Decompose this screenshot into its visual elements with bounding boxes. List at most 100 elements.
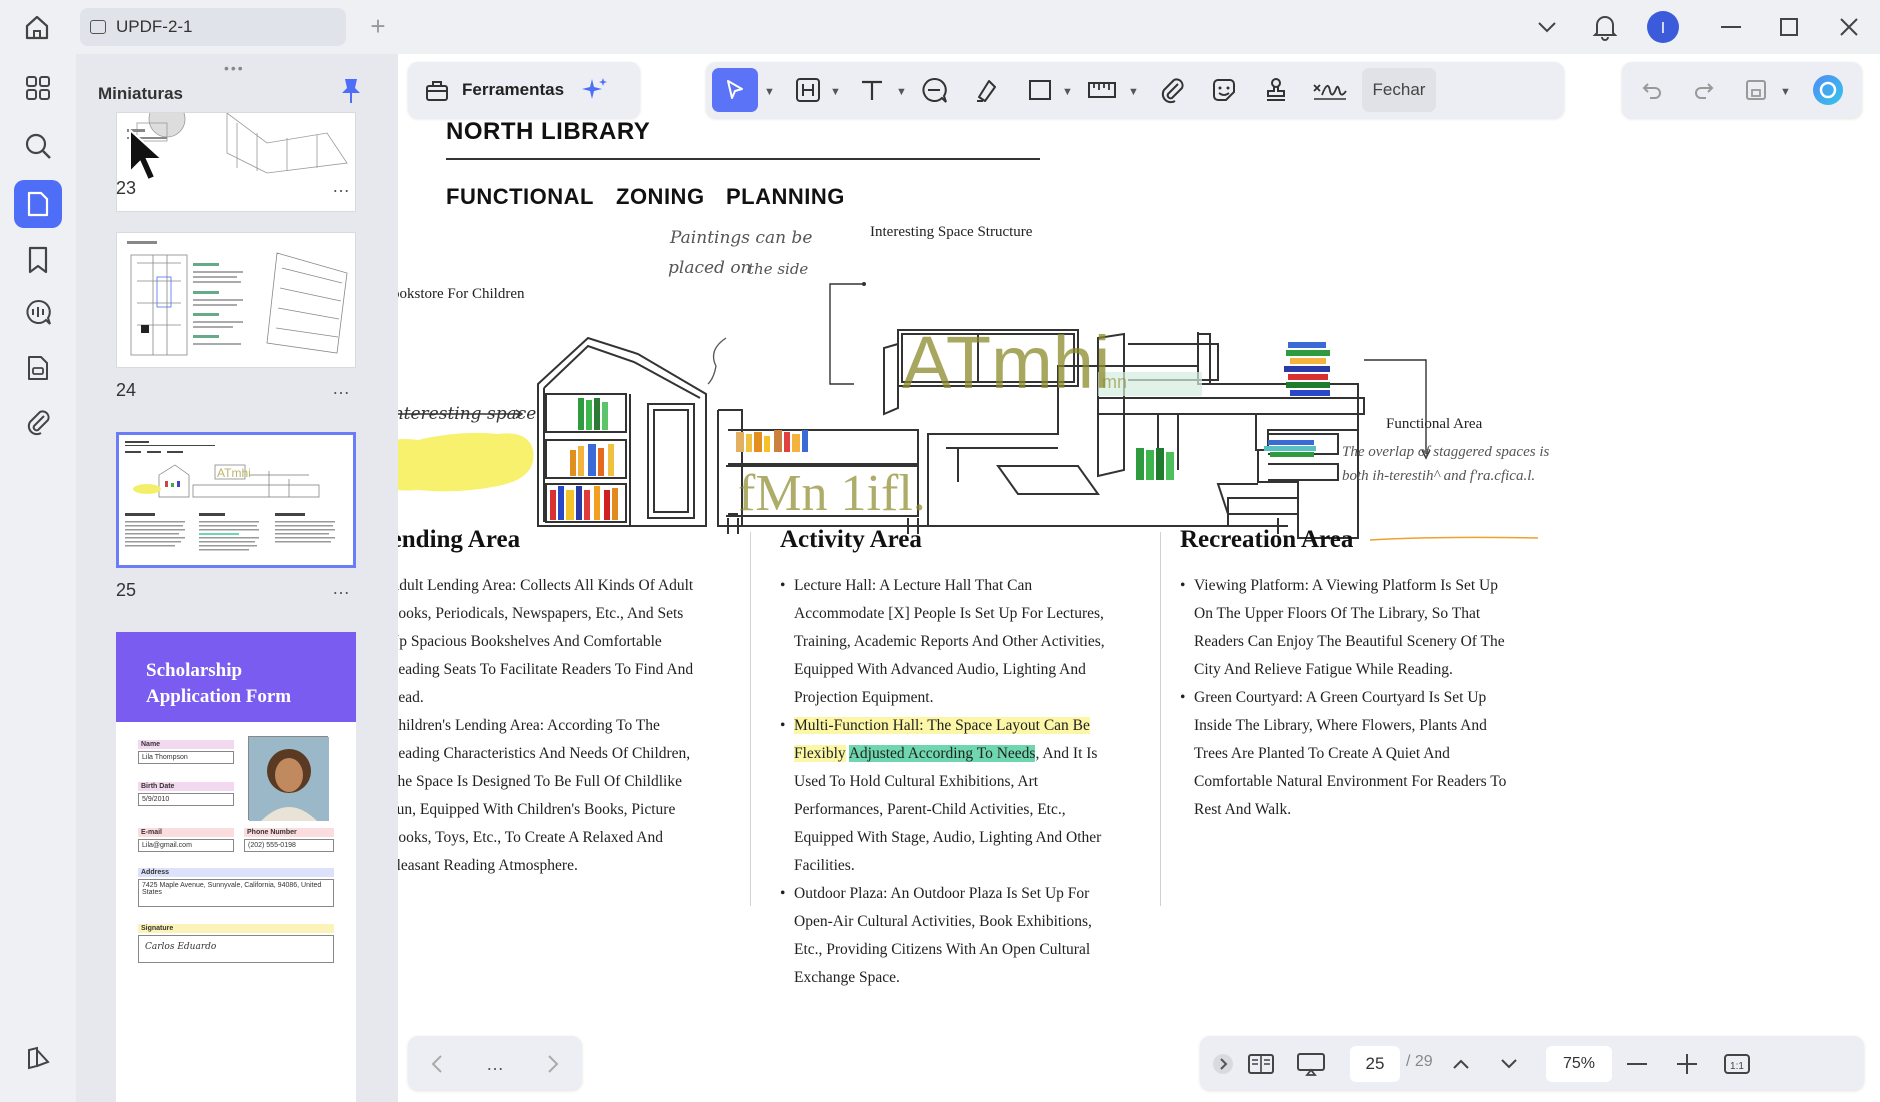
- shape-chevron-icon[interactable]: ▼: [1062, 86, 1073, 98]
- sticker-icon[interactable]: [1206, 72, 1242, 108]
- label-interesting-space: Interesting space: [398, 404, 537, 424]
- home-icon[interactable]: [20, 12, 54, 42]
- zoom-in-icon[interactable]: [1672, 1049, 1702, 1079]
- page-up-icon[interactable]: [1446, 1049, 1476, 1079]
- name-value: Lila Thompson: [138, 751, 234, 764]
- panel-grip[interactable]: •••: [224, 60, 245, 76]
- document-tab-icon: [90, 20, 106, 34]
- zoom-level-input[interactable]: 75%: [1546, 1046, 1612, 1082]
- prev-arrow-icon[interactable]: [422, 1049, 452, 1079]
- thumbnails-icon[interactable]: [14, 180, 62, 228]
- signature-icon[interactable]: [1310, 72, 1350, 108]
- label-functional-area: Functional Area: [1386, 416, 1483, 432]
- next-arrow-icon[interactable]: [538, 1049, 568, 1079]
- thumbnails-title: Miniaturas: [98, 84, 184, 103]
- document-tab-title: UPDF-2-1: [116, 17, 193, 36]
- highlighter-icon[interactable]: [968, 72, 1004, 108]
- email-value: Lila@gmail.com: [138, 839, 234, 852]
- page-24-more-button[interactable]: …: [332, 378, 351, 399]
- thumbnail-page-24[interactable]: [116, 232, 356, 368]
- bookmark-icon[interactable]: [14, 236, 62, 284]
- left-icon-rail: [0, 54, 76, 1102]
- paperclip-icon[interactable]: [1154, 72, 1190, 108]
- tools-label: Ferramentas: [462, 80, 565, 99]
- document-tab[interactable]: UPDF-2-1: [80, 8, 346, 46]
- text-chevron-icon[interactable]: ▼: [896, 86, 907, 98]
- apps-grid-icon[interactable]: [14, 64, 62, 112]
- col-body-recreation: Viewing Platform: A Viewing Platform Is …: [1180, 572, 1516, 824]
- save-chevron-icon[interactable]: ▼: [1780, 86, 1791, 98]
- col-heading-lending: Lending Area: [398, 526, 521, 553]
- address-label: Address 7425 Maple Avenue, Sunnyvale, Ca…: [138, 868, 334, 907]
- attachment-icon[interactable]: [14, 398, 62, 446]
- doc-subtitle-2: ZONING: [616, 184, 705, 209]
- toolbox-icon: [426, 81, 448, 101]
- thumbnail-page-25[interactable]: ATmhi: [116, 432, 356, 568]
- label-bookstore-children: Bookstore For Children: [398, 286, 525, 302]
- text-icon[interactable]: [854, 72, 890, 108]
- tools-button[interactable]: Ferramentas: [408, 62, 640, 118]
- name-label: Name Lila Thompson: [138, 740, 234, 764]
- list-item: Children's Lending Area: According To Th…: [398, 712, 704, 880]
- minimize-icon[interactable]: [1716, 10, 1746, 44]
- tab-list-chevron-icon[interactable]: [1532, 10, 1562, 44]
- ai-sparkle-icon[interactable]: [580, 75, 610, 105]
- close-edit-button[interactable]: Fechar: [1362, 68, 1436, 112]
- page-nav-toolbar: …: [408, 1036, 582, 1090]
- stamp-icon[interactable]: [1258, 72, 1294, 108]
- page-down-icon[interactable]: [1494, 1049, 1524, 1079]
- redo-icon[interactable]: [1686, 72, 1722, 108]
- comments-icon[interactable]: [14, 288, 62, 336]
- bell-icon[interactable]: [1588, 10, 1622, 44]
- search-icon[interactable]: [14, 122, 62, 170]
- mouse-cursor-icon: [128, 127, 168, 184]
- thumbnail-page-26[interactable]: Scholarship Application Form Name Lila T…: [116, 632, 356, 1102]
- list-item-highlighted[interactable]: Multi-Function Hall: The Space Layout Ca…: [780, 712, 1120, 880]
- overlap-note-2: both ih-terestih^ and f'ra.cfica.l.: [1342, 468, 1536, 484]
- zoom-out-icon[interactable]: [1622, 1049, 1652, 1079]
- history-toolbar: ▼: [1622, 62, 1862, 118]
- expand-chevron-icon[interactable]: [1208, 1049, 1238, 1079]
- signature-label: Signature Carlos Eduardo: [138, 924, 334, 963]
- rectangle-icon[interactable]: [1022, 72, 1058, 108]
- list-item: Green Courtyard: A Green Courtyard Is Se…: [1180, 684, 1516, 824]
- current-page-input[interactable]: 25: [1350, 1046, 1400, 1082]
- main-toolbar: ▼ ▼ ▼ ▼ ▼ Fechar: [706, 62, 1564, 118]
- ai-assistant-icon[interactable]: [1810, 72, 1846, 108]
- maximize-icon[interactable]: [1774, 10, 1804, 44]
- highlight-green[interactable]: Adjusted According To Needs: [848, 745, 1036, 762]
- nav-more-button[interactable]: …: [480, 1049, 510, 1079]
- close-window-icon[interactable]: [1834, 10, 1864, 44]
- actual-size-button[interactable]: 1:1: [1720, 1049, 1754, 1079]
- page-25-more-button[interactable]: …: [332, 578, 351, 599]
- add-tab-button[interactable]: +: [366, 12, 390, 40]
- heading-chevron-icon[interactable]: ▼: [830, 86, 841, 98]
- measure-icon[interactable]: [1084, 72, 1120, 108]
- signature-value: Carlos Eduardo: [138, 935, 334, 963]
- scholarship-header: Scholarship Application Form: [116, 632, 356, 722]
- list-item: Lecture Hall: A Lecture Hall That Can Ac…: [780, 572, 1120, 712]
- heading-icon[interactable]: [790, 72, 826, 108]
- undo-icon[interactable]: [1634, 72, 1670, 108]
- select-pointer-icon[interactable]: [712, 68, 758, 112]
- forms-icon[interactable]: [14, 344, 62, 392]
- ocr-artifact-atmhi: ATmhi: [902, 321, 1110, 404]
- measure-chevron-icon[interactable]: ▼: [1128, 86, 1139, 98]
- birth-value: 5/9/2010: [138, 793, 234, 806]
- address-value: 7425 Maple Avenue, Sunnyvale, California…: [138, 879, 334, 907]
- comment-icon[interactable]: [916, 72, 952, 108]
- layers-icon[interactable]: [14, 1034, 62, 1082]
- user-avatar[interactable]: I: [1646, 10, 1680, 44]
- page-number-25: 25: [116, 580, 137, 600]
- note-paintings-2: placed on: [668, 258, 752, 278]
- ocr-artifact-atmhi-tail: mn: [1102, 372, 1127, 392]
- doc-subtitle-3: PLANNING: [726, 184, 845, 209]
- presentation-icon[interactable]: [1296, 1049, 1326, 1079]
- select-chevron-icon[interactable]: ▼: [764, 86, 775, 98]
- page-23-more-button[interactable]: …: [332, 176, 351, 197]
- save-icon[interactable]: [1738, 72, 1774, 108]
- note-paintings-1: Paintings can be: [670, 228, 813, 248]
- pin-icon[interactable]: [338, 76, 364, 106]
- two-page-view-icon[interactable]: [1246, 1049, 1276, 1079]
- total-pages: / 29: [1406, 1053, 1433, 1070]
